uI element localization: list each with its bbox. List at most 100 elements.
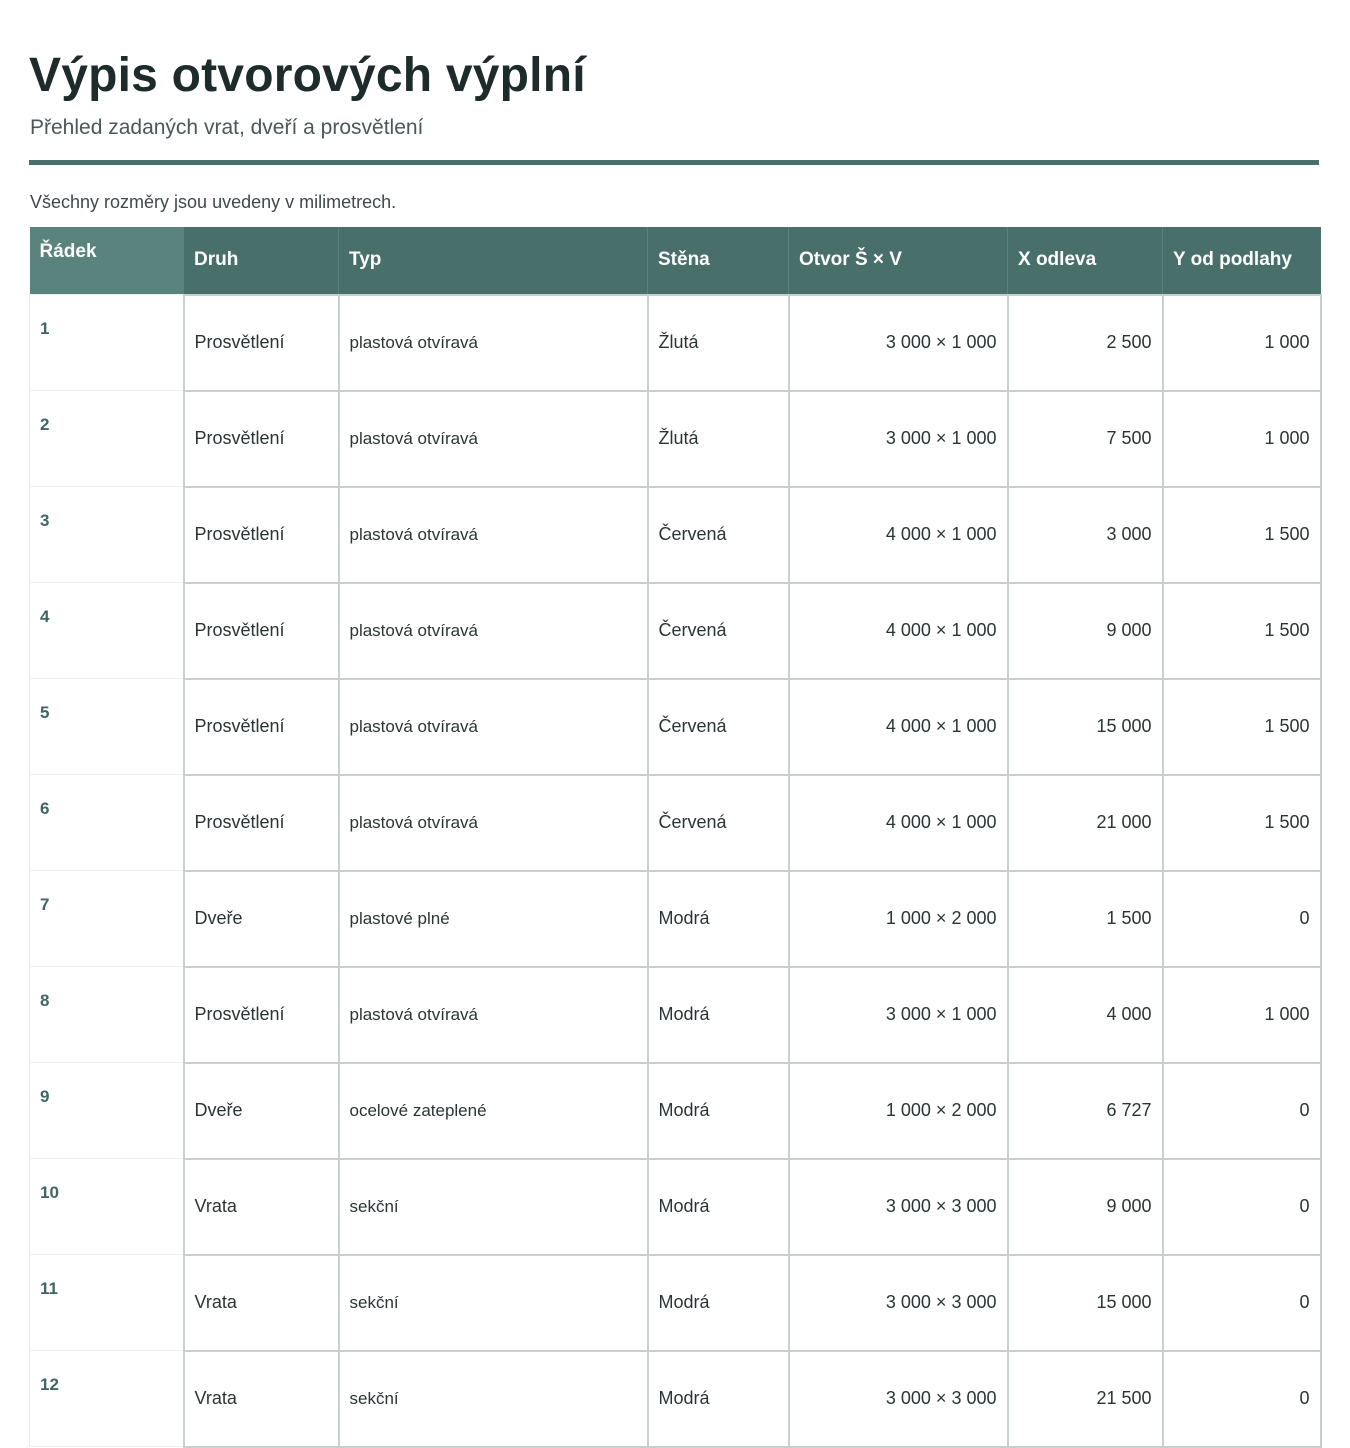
table-row[interactable]: 2 Prosvětlení plastová otvíravá Žlutá 3 000 … (29, 389, 1322, 488)
kind-cell: Dveře (182, 869, 340, 968)
y-from-floor-cell: 0 (1161, 1157, 1322, 1256)
y-from-floor-cell: 1 500 (1161, 773, 1322, 872)
x-from-left-cell: 3 000 (1006, 485, 1164, 584)
type-cell: plastová otvíravá (337, 677, 649, 776)
x-from-left-cell: 21 000 (1006, 773, 1164, 872)
header-cell-wall[interactable]: Stěna (647, 227, 789, 295)
table-body: 1 Prosvětlení plastová otvíravá Žlutá 3 000 … (29, 293, 1322, 1448)
opening-size-cell: 3 000 × 3 000 (787, 1157, 1009, 1256)
wall-cell: Modrá (646, 1157, 790, 1256)
type-cell: sekční (337, 1349, 649, 1448)
x-from-left-cell: 7 500 (1006, 389, 1164, 488)
table-row[interactable]: 7 Dveře plastové plné Modrá 1 000 × 2 000 1 5… (29, 869, 1322, 968)
row-number-cell: 7 (29, 870, 185, 967)
kind-cell: Prosvětlení (182, 677, 340, 776)
table-row[interactable]: 9 Dveře ocelové zateplené Modrá 1 000 × 2 00… (29, 1061, 1322, 1160)
table-row[interactable]: 10 Vrata sekční Modrá 3 000 × 3 000 9 000 0 (29, 1157, 1322, 1256)
header-cell-opening-size[interactable]: Otvor Š × V (788, 227, 1008, 295)
type-cell: sekční (337, 1157, 649, 1256)
table-row[interactable]: 3 Prosvětlení plastová otvíravá Červená 4 00… (29, 485, 1322, 584)
opening-size-cell: 4 000 × 1 000 (787, 773, 1009, 872)
row-number-cell: 4 (29, 582, 185, 679)
y-from-floor-cell: 1 500 (1161, 677, 1322, 776)
wall-cell: Modrá (646, 1253, 790, 1352)
y-from-floor-cell: 0 (1161, 869, 1322, 968)
units-note: Všechny rozměry jsou uvedeny v milimetre… (30, 192, 397, 212)
y-from-floor-cell: 1 500 (1161, 581, 1322, 680)
x-from-left-cell: 9 000 (1006, 1157, 1164, 1256)
kind-cell: Prosvětlení (182, 773, 340, 872)
row-number-cell: 9 (29, 1062, 185, 1159)
row-number-cell: 6 (29, 774, 185, 871)
kind-cell: Dveře (182, 1061, 340, 1160)
table-row[interactable]: 12 Vrata sekční Modrá 3 000 × 3 000 21 500 0 (29, 1349, 1322, 1448)
x-from-left-cell: 4 000 (1006, 965, 1164, 1064)
opening-size-cell: 3 000 × 3 000 (787, 1349, 1009, 1448)
table-header-row: Řádek Druh Typ Stěna Otvor Š × V X odlev… (29, 227, 1321, 295)
wall-cell: Červená (646, 581, 790, 680)
row-number-cell: 10 (29, 1158, 185, 1255)
wall-cell: Červená (646, 677, 790, 776)
table-row[interactable]: 1 Prosvětlení plastová otvíravá Žlutá 3 000 … (29, 293, 1322, 392)
table-row[interactable]: 4 Prosvětlení plastová otvíravá Červená 4 00… (29, 581, 1322, 680)
x-from-left-cell: 15 000 (1006, 1253, 1164, 1352)
row-number-cell: 11 (29, 1254, 185, 1351)
y-from-floor-cell: 1 000 (1161, 389, 1322, 488)
type-cell: plastová otvíravá (337, 293, 649, 392)
kind-cell: Vrata (182, 1157, 340, 1256)
opening-size-cell: 4 000 × 1 000 (787, 581, 1009, 680)
row-number-cell: 3 (29, 486, 185, 583)
row-number-cell: 8 (29, 966, 185, 1063)
type-cell: plastová otvíravá (337, 581, 649, 680)
kind-cell: Prosvětlení (182, 389, 340, 488)
x-from-left-cell: 15 000 (1006, 677, 1164, 776)
table-row[interactable]: 6 Prosvětlení plastová otvíravá Červená 4 00… (29, 773, 1322, 872)
type-cell: plastová otvíravá (337, 389, 649, 488)
y-from-floor-cell: 1 000 (1161, 293, 1322, 392)
table-row[interactable]: 5 Prosvětlení plastová otvíravá Červená 4 00… (29, 677, 1322, 776)
header-cell-kind[interactable]: Druh (183, 227, 339, 295)
wall-cell: Modrá (646, 1349, 790, 1448)
type-cell: plastová otvíravá (337, 485, 649, 584)
x-from-left-cell: 2 500 (1006, 293, 1164, 392)
wall-cell: Žlutá (646, 293, 790, 392)
row-number-cell: 1 (29, 294, 185, 391)
opening-size-cell: 3 000 × 1 000 (787, 965, 1009, 1064)
y-from-floor-cell: 0 (1161, 1253, 1322, 1352)
kind-cell: Prosvětlení (182, 581, 340, 680)
kind-cell: Vrata (182, 1349, 340, 1448)
kind-cell: Prosvětlení (182, 293, 340, 392)
header-cell-row[interactable]: Řádek (29, 227, 184, 295)
opening-size-cell: 1 000 × 2 000 (787, 869, 1009, 968)
opening-size-cell: 3 000 × 3 000 (787, 1253, 1009, 1352)
wall-cell: Žlutá (646, 389, 790, 488)
header-cell-x-from-left[interactable]: X odleva (1007, 227, 1163, 295)
wall-cell: Modrá (646, 1061, 790, 1160)
title-divider (29, 160, 1319, 165)
header-cell-type[interactable]: Typ (338, 227, 648, 295)
wall-cell: Modrá (646, 869, 790, 968)
wall-cell: Červená (646, 773, 790, 872)
header-cell-y-from-floor[interactable]: Y od podlahy (1162, 227, 1321, 295)
table-row[interactable]: 11 Vrata sekční Modrá 3 000 × 3 000 15 000 0 (29, 1253, 1322, 1352)
y-from-floor-cell: 1 000 (1161, 965, 1322, 1064)
y-from-floor-cell: 0 (1161, 1061, 1322, 1160)
type-cell: sekční (337, 1253, 649, 1352)
wall-cell: Červená (646, 485, 790, 584)
opening-size-cell: 1 000 × 2 000 (787, 1061, 1009, 1160)
x-from-left-cell: 21 500 (1006, 1349, 1164, 1448)
type-cell: plastové plné (337, 869, 649, 968)
table-row[interactable]: 8 Prosvětlení plastová otvíravá Modrá 3 000 … (29, 965, 1322, 1064)
opening-size-cell: 4 000 × 1 000 (787, 677, 1009, 776)
type-cell: ocelové zateplené (337, 1061, 649, 1160)
row-number-cell: 2 (29, 390, 185, 487)
row-number-cell: 12 (29, 1350, 185, 1447)
opening-size-cell: 3 000 × 1 000 (787, 389, 1009, 488)
kind-cell: Prosvětlení (182, 965, 340, 1064)
kind-cell: Prosvětlení (182, 485, 340, 584)
row-number-cell: 5 (29, 678, 185, 775)
x-from-left-cell: 9 000 (1006, 581, 1164, 680)
type-cell: plastová otvíravá (337, 773, 649, 872)
type-cell: plastová otvíravá (337, 965, 649, 1064)
opening-size-cell: 3 000 × 1 000 (787, 293, 1009, 392)
